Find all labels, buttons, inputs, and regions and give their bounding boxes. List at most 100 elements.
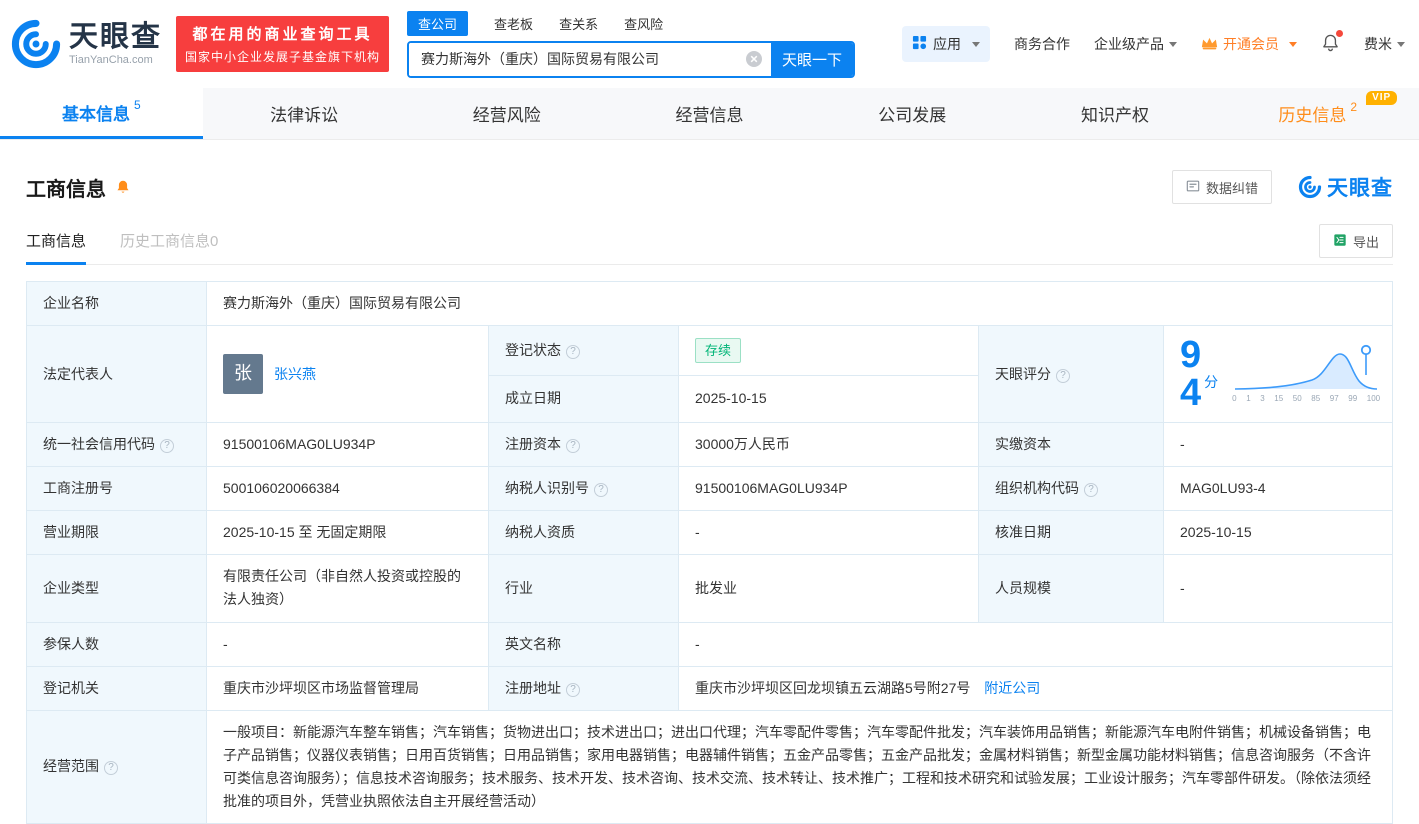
field-label: 行业	[489, 555, 679, 622]
search-input[interactable]	[409, 43, 771, 76]
help-icon[interactable]: ?	[104, 761, 118, 775]
legal-representative-cell: 张 张兴燕	[207, 326, 489, 423]
tianyan-score-cell[interactable]: 94 分 0131550859799100	[1164, 326, 1393, 423]
data-correction-button[interactable]: 数据纠错	[1172, 170, 1272, 204]
user-menu[interactable]: 费米	[1364, 34, 1405, 54]
registered-capital-value: 30000万人民币	[679, 423, 979, 467]
score-value: 94	[1180, 336, 1201, 412]
field-label: 成立日期	[489, 375, 679, 422]
avatar[interactable]: 张	[223, 354, 263, 394]
tab-label: 历史信息	[1278, 101, 1346, 126]
help-icon[interactable]: ?	[1056, 369, 1070, 383]
table-row: 法定代表人 张 张兴燕 登记状态? 存续 天眼评分?	[27, 326, 1393, 376]
enterprise-products-label: 企业级产品	[1094, 34, 1164, 54]
field-label: 英文名称	[489, 622, 679, 666]
crown-icon	[1201, 36, 1218, 53]
top-header: 天眼查 TianYanCha.com 都在用的商业查询工具 国家中小企业发展子基…	[0, 0, 1419, 88]
apps-menu[interactable]: 应用	[902, 26, 990, 62]
table-row: 企业类型 有限责任公司（非自然人投资或控股的法人独资） 行业 批发业 人员规模 …	[27, 555, 1393, 622]
help-icon[interactable]: ?	[1084, 483, 1098, 497]
open-vip-menu[interactable]: 开通会员	[1201, 34, 1297, 54]
industry-value: 批发业	[679, 555, 979, 622]
field-label: 纳税人资质	[489, 511, 679, 555]
english-name-value: -	[679, 622, 1393, 666]
credit-code-value: 91500106MAG0LU934P	[207, 423, 489, 467]
registration-status-cell: 存续	[679, 326, 979, 376]
tab-basic-info[interactable]: 基本信息 5	[0, 88, 203, 139]
tab-company-development[interactable]: 公司发展	[811, 88, 1014, 139]
tab-legal-proceedings[interactable]: 法律诉讼	[203, 88, 406, 139]
staff-size-value: -	[1164, 555, 1393, 622]
chevron-down-icon	[1397, 42, 1405, 47]
logo-subtitle: TianYanCha.com	[69, 54, 162, 66]
tab-label: 经营风险	[473, 101, 541, 126]
table-row: 统一社会信用代码? 91500106MAG0LU934P 注册资本? 30000…	[27, 423, 1393, 467]
help-icon[interactable]: ?	[566, 683, 580, 697]
paid-capital-value: -	[1164, 423, 1393, 467]
subscribe-bell-icon[interactable]	[115, 179, 131, 195]
field-label: 企业类型	[27, 555, 207, 622]
table-row: 企业名称 赛力斯海外（重庆）国际贸易有限公司	[27, 282, 1393, 326]
correction-icon	[1186, 179, 1200, 196]
search-area: 查公司 查老板 查关系 查风险 天眼一下	[407, 11, 855, 78]
taxpayer-quality-value: -	[679, 511, 979, 555]
registered-address-value: 重庆市沙坪坝区回龙坝镇五云湖路5号附27号	[695, 680, 970, 696]
watermark-text: 天眼查	[1327, 172, 1393, 202]
search-tab-boss[interactable]: 查老板	[494, 11, 533, 36]
notification-bell[interactable]	[1321, 33, 1340, 55]
logo-title: 天眼查	[69, 22, 162, 52]
chevron-down-icon	[1169, 42, 1177, 47]
clear-search-icon[interactable]	[746, 51, 762, 67]
table-row: 登记机关 重庆市沙坪坝区市场监督管理局 注册地址? 重庆市沙坪坝区回龙坝镇五云湖…	[27, 666, 1393, 710]
subtab-business-info[interactable]: 工商信息	[26, 230, 86, 264]
field-label: 统一社会信用代码?	[27, 423, 207, 467]
tab-label: 基本信息	[62, 100, 130, 125]
tianyancha-logo[interactable]: 天眼查 TianYanCha.com	[10, 18, 162, 70]
business-cooperation-link[interactable]: 商务合作	[1014, 34, 1070, 54]
business-term-value: 2025-10-15 至 无固定期限	[207, 511, 489, 555]
tab-intellectual-property[interactable]: 知识产权	[1014, 88, 1217, 139]
export-button[interactable]: 导出	[1319, 224, 1393, 258]
search-tab-company[interactable]: 查公司	[407, 11, 468, 36]
field-label: 实缴资本	[979, 423, 1164, 467]
help-icon[interactable]: ?	[594, 483, 608, 497]
nearby-companies-link[interactable]: 附近公司	[984, 680, 1040, 696]
notification-dot	[1336, 30, 1343, 37]
search-tab-risk[interactable]: 查风险	[624, 11, 663, 36]
search-tabs: 查公司 查老板 查关系 查风险	[407, 11, 855, 36]
chart-axis-ticks: 0131550859799100	[1232, 392, 1380, 405]
search-button[interactable]: 天眼一下	[771, 43, 853, 76]
field-label: 天眼评分?	[979, 326, 1164, 423]
field-label: 登记机关	[27, 666, 207, 710]
username-label: 费米	[1364, 34, 1392, 54]
help-icon[interactable]: ?	[160, 439, 174, 453]
table-row: 营业期限 2025-10-15 至 无固定期限 纳税人资质 - 核准日期 202…	[27, 511, 1393, 555]
status-badge: 存续	[695, 338, 741, 363]
tab-operating-info[interactable]: 经营信息	[608, 88, 811, 139]
tab-label: 法律诉讼	[270, 101, 338, 126]
field-label: 组织机构代码?	[979, 467, 1164, 511]
enterprise-products-menu[interactable]: 企业级产品	[1094, 34, 1177, 54]
tab-operating-risk[interactable]: 经营风险	[405, 88, 608, 139]
registration-authority-value: 重庆市沙坪坝区市场监督管理局	[207, 666, 489, 710]
help-icon[interactable]: ?	[566, 439, 580, 453]
field-label: 法定代表人	[27, 326, 207, 423]
excel-export-icon	[1333, 233, 1347, 250]
table-row: 工商注册号 500106020066384 纳税人识别号? 91500106MA…	[27, 467, 1393, 511]
business-scope-value: 一般项目：新能源汽车整车销售；汽车销售；货物进出口；技术进出口；进出口代理；汽车…	[207, 710, 1393, 823]
taxpayer-id-value: 91500106MAG0LU934P	[679, 467, 979, 511]
legal-representative-link[interactable]: 张兴燕	[274, 363, 316, 386]
registered-address-cell: 重庆市沙坪坝区回龙坝镇五云湖路5号附27号 附近公司	[679, 666, 1393, 710]
field-label: 工商注册号	[27, 467, 207, 511]
search-box: 天眼一下	[407, 41, 855, 78]
field-label: 人员规模	[979, 555, 1164, 622]
tab-history-info[interactable]: 历史信息 2 VIP	[1216, 88, 1419, 139]
org-code-value: MAG0LU93-4	[1164, 467, 1393, 511]
table-row: 经营范围? 一般项目：新能源汽车整车销售；汽车销售；货物进出口；技术进出口；进出…	[27, 710, 1393, 823]
section-title: 工商信息	[26, 173, 106, 202]
search-tab-relation[interactable]: 查关系	[559, 11, 598, 36]
help-icon[interactable]: ?	[566, 345, 580, 359]
subtab-history-business-info[interactable]: 历史工商信息0	[120, 230, 218, 264]
tab-label: 经营信息	[676, 101, 744, 126]
slogan-line1: 都在用的商业查询工具	[185, 23, 380, 44]
